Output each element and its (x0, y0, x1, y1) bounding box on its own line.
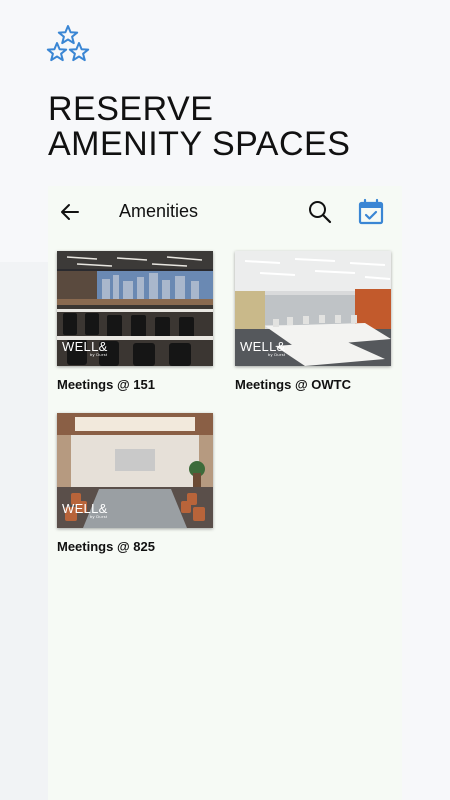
amenity-label: Meetings @ 825 (57, 539, 155, 554)
background-panel (0, 262, 48, 800)
amenity-photo: WELL& by Durst (57, 251, 213, 366)
arrow-left-icon[interactable] (58, 200, 82, 224)
brand-watermark: WELL& by Durst (240, 339, 286, 357)
calendar-check-icon[interactable] (357, 198, 385, 226)
amenity-photo: WELL& by Durst (235, 251, 391, 366)
brand-watermark: WELL& by Durst (62, 339, 108, 357)
headline-line-2: AMENITY SPACES (48, 125, 351, 163)
brand-watermark: WELL& by Durst (62, 501, 108, 519)
amenity-label: Meetings @ OWTC (235, 377, 351, 392)
three-stars-icon (46, 25, 90, 62)
amenity-card-owtc[interactable]: WELL& by Durst Meetings @ OWTC (235, 251, 391, 392)
page-headline: RESERVE AMENITY SPACES (48, 92, 350, 162)
amenity-label: Meetings @ 151 (57, 377, 155, 392)
search-icon[interactable] (307, 199, 333, 225)
headline-line-1: RESERVE (48, 90, 214, 128)
app-bar-title: Amenities (119, 201, 199, 221)
amenity-photo: WELL& by Durst (57, 413, 213, 528)
amenity-card-151[interactable]: WELL& by Durst Meetings @ 151 (57, 251, 213, 392)
app-screen: Amenities WELL& by Durst Meetings @ 151 … (48, 186, 402, 800)
amenity-card-825[interactable]: WELL& by Durst Meetings @ 825 (57, 413, 213, 554)
app-bar: Amenities (48, 186, 402, 238)
